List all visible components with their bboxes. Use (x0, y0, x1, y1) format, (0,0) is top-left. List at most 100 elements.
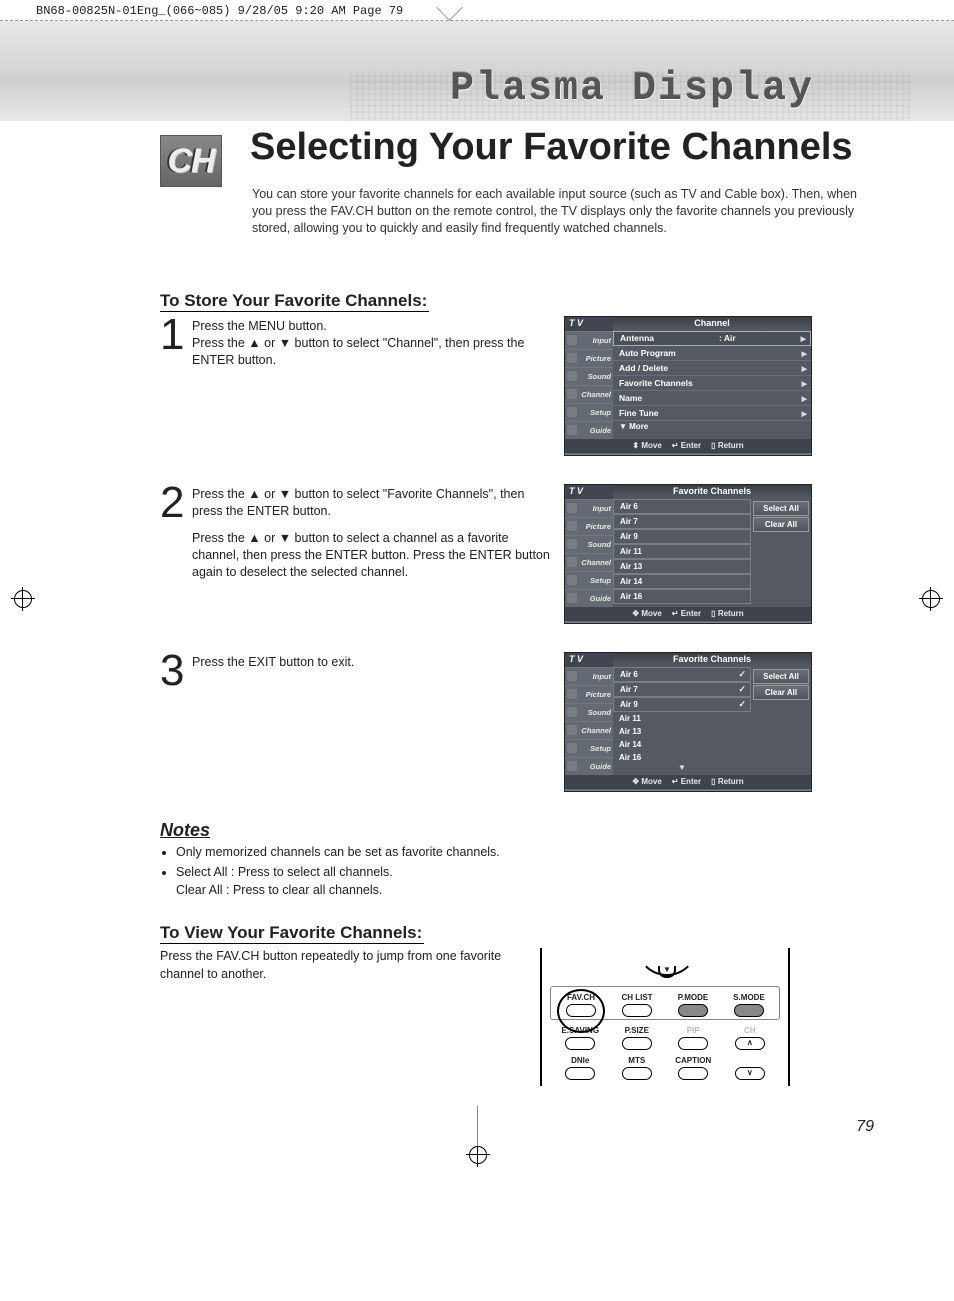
osd2-buttons: Select All Clear All (751, 499, 811, 607)
osd3-side-setup: Setup (565, 739, 613, 757)
osd1-side-setup: Setup (565, 403, 613, 421)
osd3-ch-air7: Air 7 (613, 682, 751, 697)
osd1-row-antenna: Antenna : Air (613, 331, 811, 346)
note-1: Only memorized channels can be set as fa… (176, 843, 884, 861)
osd1-title: Channel (613, 317, 811, 331)
check-icon (738, 698, 746, 711)
notes-list: Only memorized channels can be set as fa… (160, 843, 884, 899)
osd3-buttons: Select All Clear All (751, 667, 811, 775)
osd2-ch-air7: Air 7 (613, 514, 751, 529)
remote-smode-button: S.MODE (728, 993, 770, 1017)
remote-ch-down-button: ∨ (729, 1056, 771, 1080)
remote-ch-label: CH (744, 1026, 756, 1035)
osd2-sidebar: Input Picture Sound Channel Setup Guide (565, 499, 613, 607)
return-icon: ▯ (711, 609, 715, 618)
banner-title: Plasma Display (450, 67, 814, 112)
osd2-footer-return: ▯ Return (711, 610, 743, 618)
pagefold-icon (436, 0, 463, 21)
step-2-line-2: Press the ▲ or ▼ button to select a chan… (192, 530, 552, 581)
section-view-title: To View Your Favorite Channels: (160, 923, 424, 944)
check-icon (738, 683, 746, 696)
remote-smode-label: S.MODE (733, 993, 765, 1002)
return-icon: ▯ (711, 777, 715, 786)
osd1-side-guide: Guide (565, 421, 613, 439)
osd3-footer-move: ✥ Move (632, 778, 661, 786)
button-cap-icon (565, 1037, 595, 1050)
remote-chlist-label: CH LIST (621, 993, 652, 1002)
note-2: Select All : Press to select all channel… (176, 863, 884, 899)
remote-psize-label: P.SIZE (625, 1026, 649, 1035)
osd1-row-favorite: Favorite Channels (613, 376, 811, 391)
osd1-side-sound: Sound (565, 367, 613, 385)
step-3-line-1: Press the EXIT button to exit. (192, 654, 552, 671)
button-cap-icon (565, 1067, 595, 1080)
osd1-tv-label: T V (565, 317, 613, 331)
osd2-ch-air6: Air 6 (613, 499, 751, 514)
enter-icon: ↵ (672, 777, 679, 786)
osd2-clear-all-button: Clear All (753, 517, 809, 532)
updown-icon: ⬍ (632, 441, 639, 450)
osd2-side-input: Input (565, 499, 613, 517)
button-cap-icon (622, 1004, 652, 1017)
view-text: Press the FAV.CH button repeatedly to ju… (160, 948, 540, 983)
check-icon (738, 668, 746, 681)
button-cap-icon (734, 1004, 764, 1017)
osd3-sidebar: Input Picture Sound Channel Setup Guide (565, 667, 613, 775)
page-content: CH Selecting Your Favorite Channels You … (0, 121, 954, 1106)
osd3-footer-enter: ↵ Enter (672, 778, 701, 786)
registration-mark-icon (922, 590, 940, 608)
osd1-row-adddelete: Add / Delete (613, 361, 811, 376)
osd3-ch-air6: Air 6 (613, 667, 751, 682)
osd1-autoprogram-label: Auto Program (619, 346, 676, 360)
osd3-side-picture: Picture (565, 685, 613, 703)
osd1-name-label: Name (619, 391, 642, 405)
button-cap-icon (622, 1037, 652, 1050)
osd2-side-channel: Channel (565, 553, 613, 571)
osd2-select-all-button: Select All (753, 501, 809, 516)
remote-row-1: FAV.CH CH LIST P.MODE S.MODE (550, 986, 780, 1020)
osd1-footer: ⬍ Move ↵ Enter ▯ Return (565, 439, 811, 453)
step-1-number: 1 (160, 316, 192, 456)
osd1-footer-return: ▯ Return (711, 442, 743, 450)
osd2-channel-list: Air 6 Air 7 Air 9 Air 11 Air 13 Air 14 A… (613, 499, 751, 607)
right-arrow-icon (802, 406, 807, 420)
remote-psize-button: P.SIZE (616, 1026, 658, 1050)
osd2-ch-air9: Air 9 (613, 529, 751, 544)
osd3-ch-air14: Air 14 (613, 738, 751, 751)
osd3-side-channel: Channel (565, 721, 613, 739)
view-row: Press the FAV.CH button repeatedly to ju… (160, 948, 884, 1086)
page-title: Selecting Your Favorite Channels (250, 126, 853, 169)
remote-mts-button: MTS (616, 1056, 658, 1080)
right-arrow-icon (802, 376, 807, 390)
button-cap-icon (622, 1067, 652, 1080)
osd1-antenna-value: : Air (719, 332, 736, 345)
registration-mark-icon (469, 1146, 487, 1164)
osd3-side-input: Input (565, 667, 613, 685)
ch-badge-icon: CH (160, 135, 222, 187)
remote-ch-up-button: CH ∧ (729, 1026, 771, 1050)
osd3-tv-label: T V (565, 653, 613, 667)
osd3-footer: ✥ Move ↵ Enter ▯ Return (565, 775, 811, 789)
step-3-text: Press the EXIT button to exit. (192, 652, 564, 792)
osd1-row-autoprogram: Auto Program (613, 346, 811, 361)
osd1-sidebar: Input Picture Sound Channel Setup Guide (565, 331, 613, 439)
osd1-favorite-label: Favorite Channels (619, 376, 693, 390)
remote-dnie-label: DNIe (571, 1056, 589, 1065)
button-cap-icon (678, 1067, 708, 1080)
step-1-line-2: Press the ▲ or ▼ button to select "Chann… (192, 335, 552, 369)
osd2-ch-air14: Air 14 (613, 574, 751, 589)
remote-diagram: ▼ FAV.CH CH LIST P.MOD (540, 948, 790, 1086)
crop-header-text: BN68-00825N-01Eng_(066~085) 9/28/05 9:20… (36, 4, 403, 18)
return-icon: ▯ (711, 441, 715, 450)
osd2-ch-air11: Air 11 (613, 544, 751, 559)
up-icon: ∧ (735, 1037, 765, 1050)
osd2-footer-enter: ↵ Enter (672, 610, 701, 618)
osd1-side-picture: Picture (565, 349, 613, 367)
osd3-ch-air13: Air 13 (613, 725, 751, 738)
banner: Plasma Display (0, 21, 954, 121)
osd3-select-all-button: Select All (753, 669, 809, 684)
osd1-more: ▼ More (613, 421, 811, 433)
osd2-ch-air16: Air 16 (613, 589, 751, 604)
remote-mts-label: MTS (628, 1056, 645, 1065)
step-2-text: Press the ▲ or ▼ button to select "Favor… (192, 484, 564, 624)
